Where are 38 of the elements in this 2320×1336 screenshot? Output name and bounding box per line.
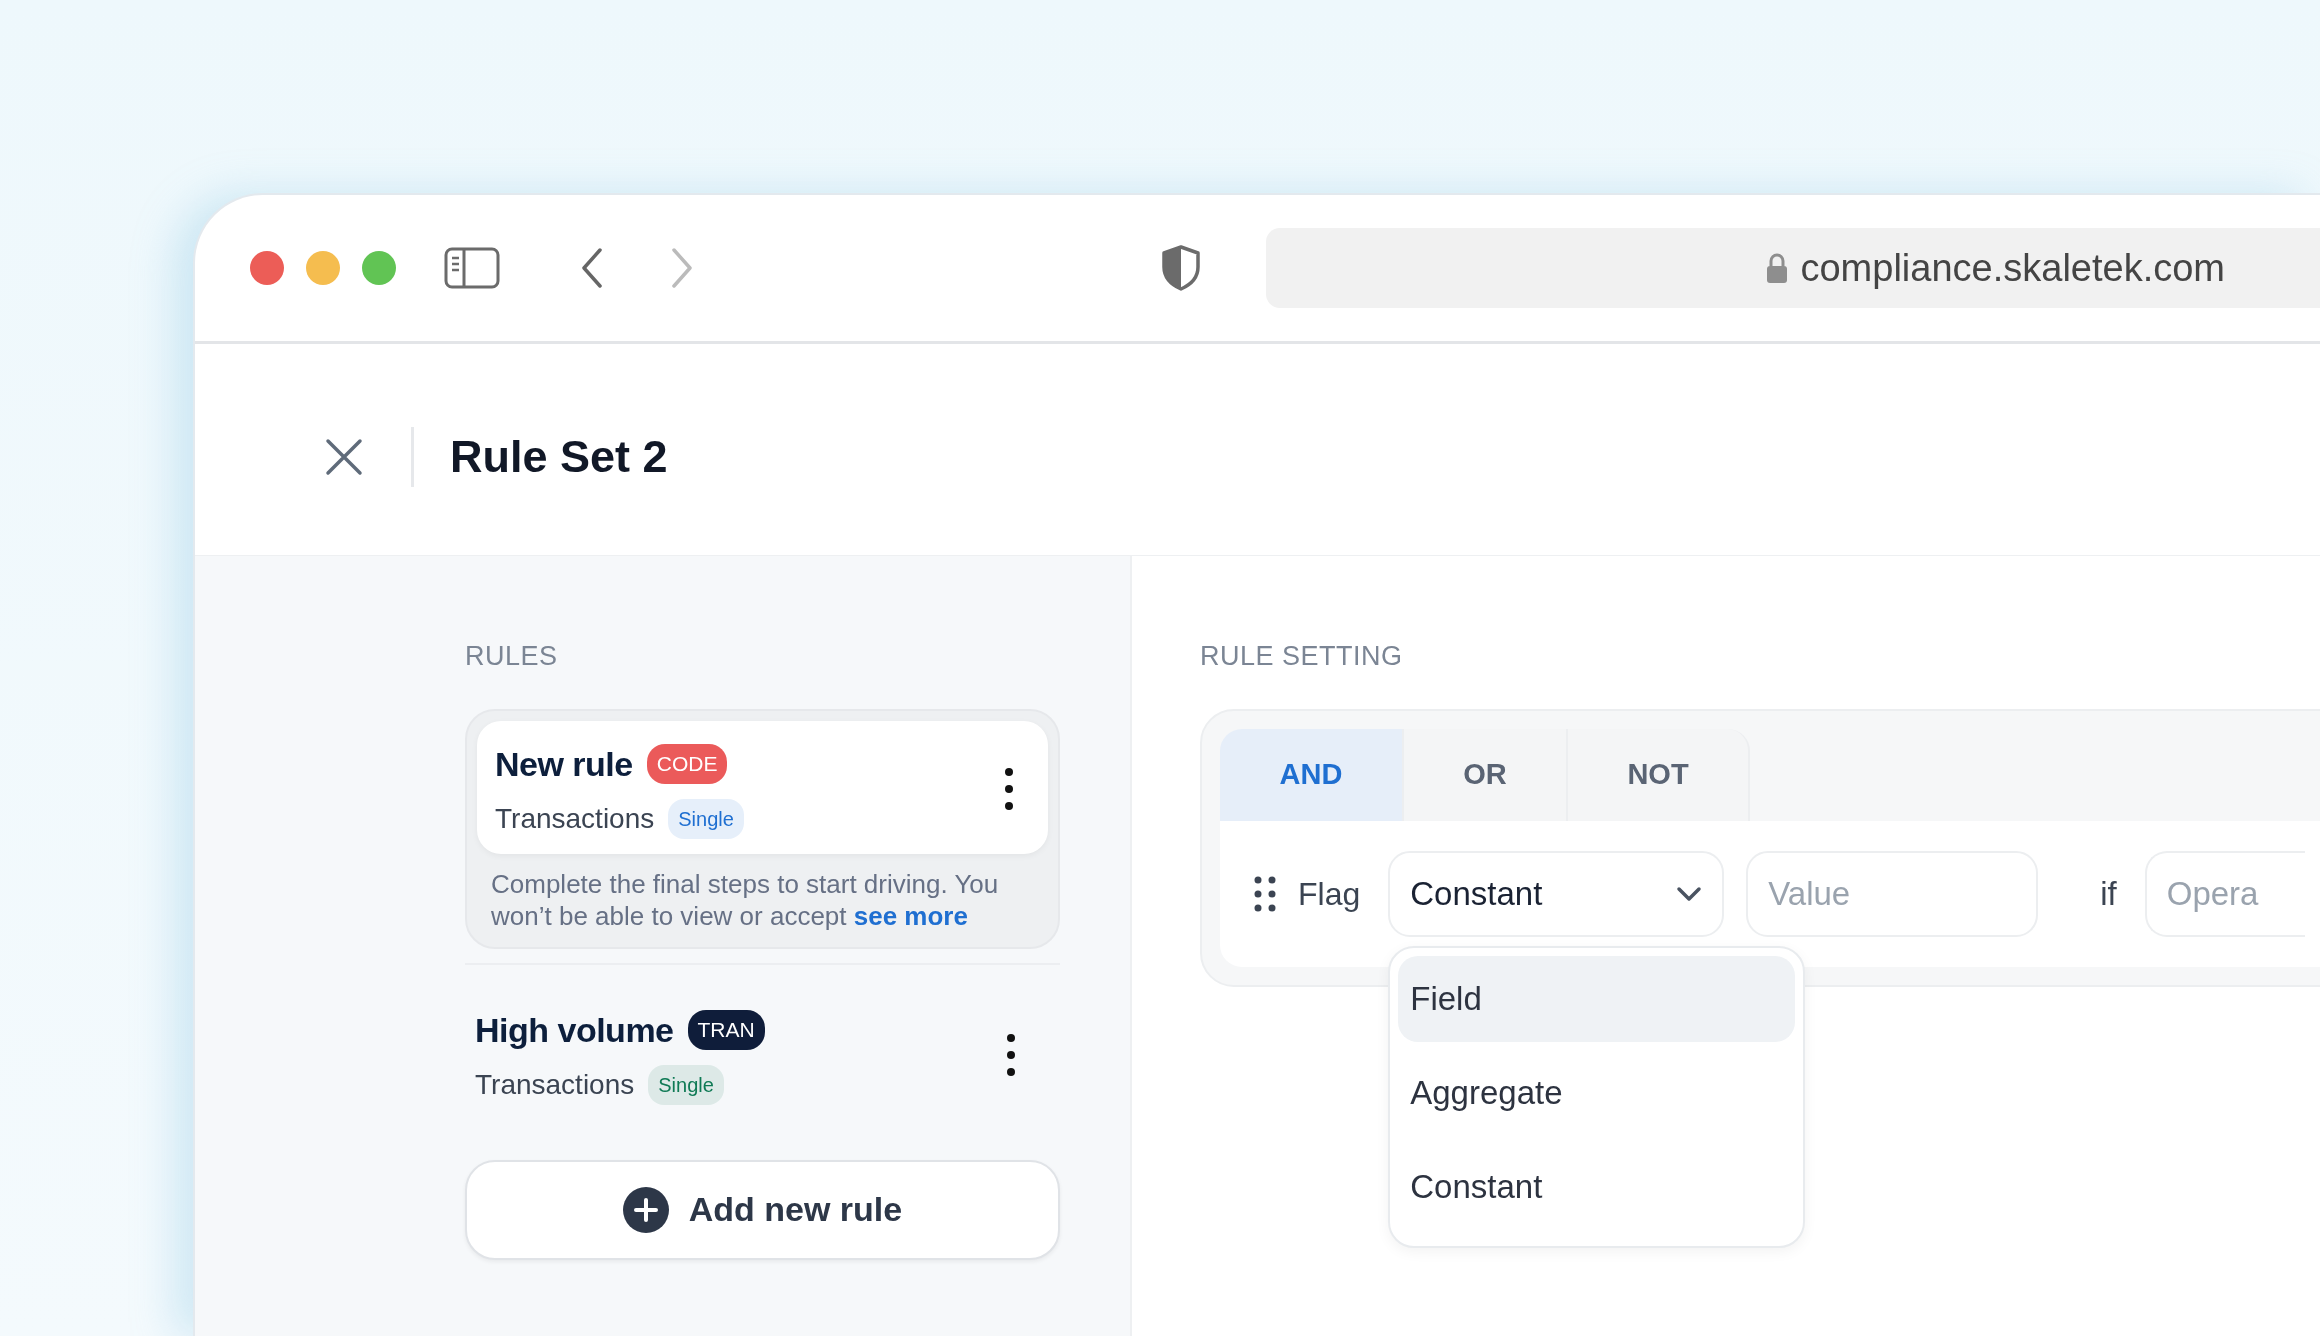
- section-heading: RULES: [465, 640, 559, 673]
- chevron-down-icon: [1676, 885, 1703, 902]
- rule-card[interactable]: New rule CODE Transactions Single Complete the final steps to start driving. You won’t be able to view or accept see more: [465, 708, 1060, 949]
- rule-mode-tag: Single: [668, 798, 744, 839]
- more-options-icon[interactable]: [1006, 1033, 1016, 1077]
- shield-icon[interactable]: [1160, 244, 1202, 292]
- page-title: Rule Set 2: [450, 429, 668, 484]
- operator-tab[interactable]: AND: [1220, 728, 1404, 821]
- back-icon[interactable]: [580, 247, 604, 289]
- more-options-icon[interactable]: [1004, 767, 1014, 811]
- close-window-button[interactable]: [250, 251, 284, 285]
- rule-description: Complete the final steps to start driving. You won’t be able to view or accept see more: [490, 867, 1000, 933]
- lock-icon: [1766, 252, 1789, 284]
- rule-mode-tag: Single: [648, 1064, 724, 1105]
- close-icon[interactable]: [325, 437, 363, 476]
- condition-label: Flag: [1298, 874, 1361, 914]
- url-text: compliance.skaletek.com: [1800, 245, 2225, 291]
- rule-tag: CODE: [646, 744, 728, 784]
- add-rule-button[interactable]: Add new rule: [465, 1159, 1060, 1260]
- section-heading: RULE SETTING: [1200, 640, 1404, 673]
- dropdown-option[interactable]: Aggregate: [1398, 1049, 1796, 1136]
- address-bar[interactable]: compliance.skaletek.com: [1266, 228, 2320, 308]
- rule-title: New rule: [495, 743, 633, 785]
- rule-source: Transactions: [475, 1067, 635, 1102]
- if-label: if: [2100, 873, 2117, 914]
- type-select[interactable]: Constant: [1388, 850, 1725, 937]
- value-field[interactable]: Value: [1746, 850, 2039, 937]
- dropdown-option[interactable]: Field: [1398, 955, 1796, 1042]
- rule-title: High volume: [475, 1009, 674, 1051]
- rule-item[interactable]: High volume TRAN Transactions Single: [475, 986, 1050, 1120]
- rule-tag: TRAN: [687, 1010, 765, 1050]
- rule-source: Transactions: [495, 801, 655, 836]
- sidebar-toggle-icon[interactable]: [444, 247, 500, 289]
- see-more-link[interactable]: see more: [853, 901, 968, 931]
- drag-handle-icon[interactable]: [1254, 875, 1276, 912]
- dropdown-option[interactable]: Constant: [1398, 1143, 1796, 1230]
- plus-icon: [622, 1186, 669, 1233]
- operator-field[interactable]: Opera: [2144, 850, 2305, 937]
